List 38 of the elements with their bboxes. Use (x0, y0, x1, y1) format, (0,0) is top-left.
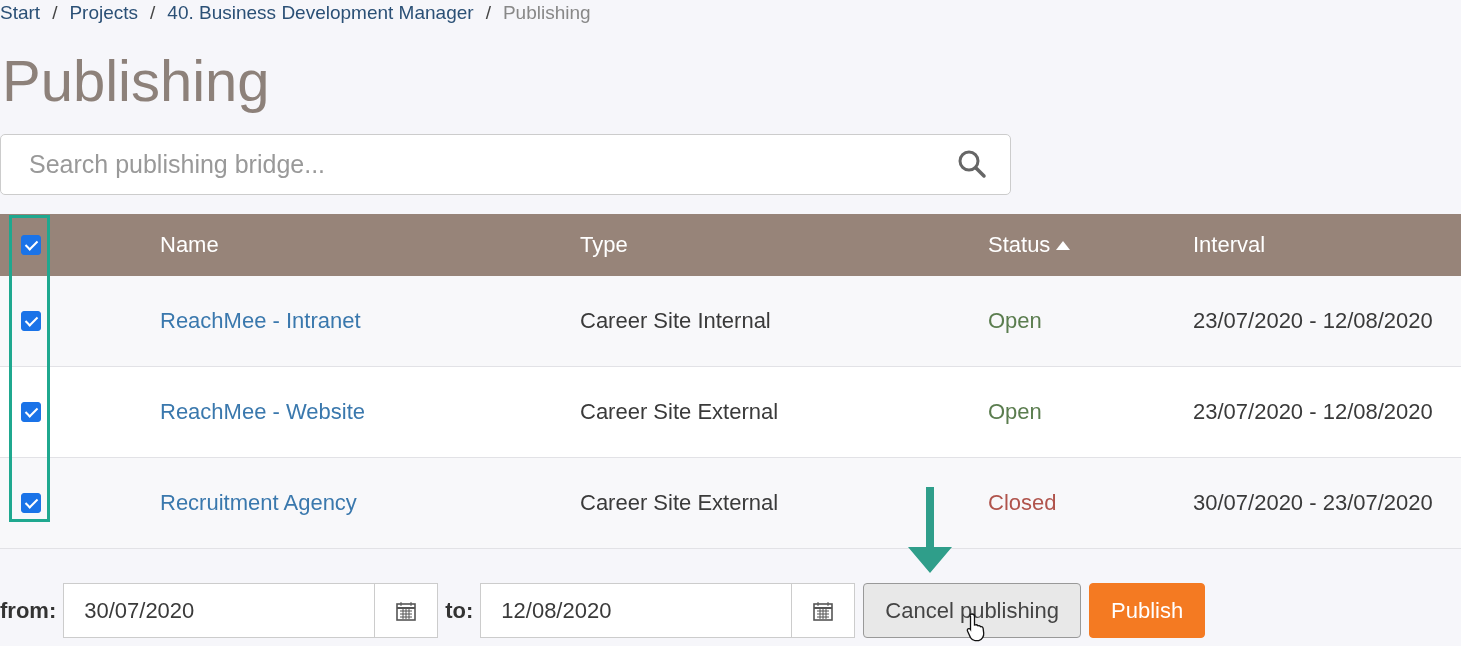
row-checkbox[interactable] (21, 402, 41, 422)
publish-button[interactable]: Publish (1089, 583, 1206, 638)
search-icon[interactable] (957, 149, 987, 179)
status-text: Closed (988, 490, 1057, 516)
to-label: to: (445, 597, 474, 624)
calendar-icon[interactable] (396, 600, 417, 621)
status-text: Open (988, 399, 1042, 425)
from-date-field[interactable]: 30/07/2020 (63, 583, 439, 638)
table-cell: 30/07/2020 - 23/07/2020 (1193, 490, 1433, 516)
table-cell: Career Site Internal (580, 308, 771, 334)
column-header[interactable]: Name (160, 232, 219, 258)
breadcrumb-item: Publishing (502, 2, 591, 24)
breadcrumb-item[interactable]: Projects (69, 2, 139, 24)
column-header[interactable]: Type (580, 232, 628, 258)
cancel-button[interactable]: Cancel publishing (863, 583, 1081, 638)
bridge-name-link[interactable]: Recruitment Agency (160, 490, 357, 516)
to-date-field[interactable]: 12/08/2020 (480, 583, 856, 638)
breadcrumb-item[interactable]: Start (0, 2, 41, 24)
from-label: from: (0, 597, 57, 624)
status-text: Open (988, 308, 1042, 334)
breadcrumb-separator: / (52, 2, 58, 24)
row-checkbox[interactable] (21, 493, 41, 513)
breadcrumb-separator: / (485, 2, 491, 24)
breadcrumb-item[interactable]: 40. Business Development Manager (167, 2, 474, 24)
table-cell: 23/07/2020 - 12/08/2020 (1193, 308, 1433, 334)
search-field[interactable]: Search publishing bridge... (0, 134, 1011, 195)
table-cell: Career Site External (580, 399, 779, 425)
table-cell: 23/07/2020 - 12/08/2020 (1193, 399, 1433, 425)
column-header[interactable]: Interval (1193, 232, 1266, 258)
row-checkbox[interactable] (21, 311, 41, 331)
calendar-icon[interactable] (813, 600, 834, 621)
column-header[interactable]: Status (988, 232, 1051, 258)
page-title: Publishing (2, 47, 271, 115)
bridge-name-link[interactable]: ReachMee - Website (160, 399, 365, 425)
breadcrumb-separator: / (150, 2, 156, 24)
bridge-name-link[interactable]: ReachMee - Intranet (160, 308, 361, 334)
select-all-checkbox[interactable] (21, 235, 41, 255)
table-cell: Career Site External (580, 490, 779, 516)
